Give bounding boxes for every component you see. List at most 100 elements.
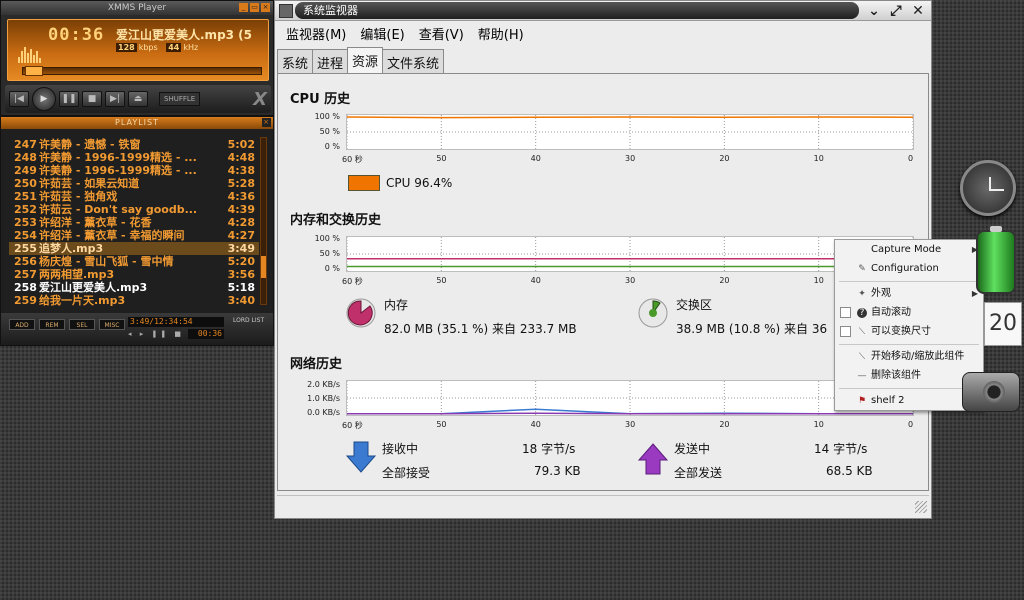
playlist-row-duration: 4:48 [227, 151, 255, 164]
network-graph [346, 380, 914, 416]
xmms-minimize-icon[interactable]: _ [239, 3, 248, 12]
calendar-widget-icon[interactable]: 20 [984, 302, 1022, 346]
menu-item-label: Capture Mode [871, 244, 942, 255]
playlist-row[interactable]: 251 许茹芸 - 独角戏 4:36 [9, 190, 259, 203]
playlist-row[interactable]: 257 两两相望.mp3 3:56 [9, 268, 259, 281]
camera-widget-icon[interactable] [962, 372, 1020, 412]
playlist-row[interactable]: 250 许茹芸 - 如果云知道 5:28 [9, 177, 259, 190]
graph-canvas [347, 237, 913, 271]
playlist-row[interactable]: 252 许茹云 - Don't say goodb... 4:39 [9, 203, 259, 216]
play-button[interactable]: ▶ [32, 87, 56, 111]
tab-filesystems[interactable]: 文件系统 [382, 49, 445, 73]
playlist-row[interactable]: 255 追梦人.mp3 3:49 [9, 242, 259, 255]
playlist-row[interactable]: 259 给我一片天.mp3 3:40 [9, 294, 259, 307]
playlist-row[interactable]: 249 许美静 - 1996-1999精选 - ... 4:38 [9, 164, 259, 177]
series-point [534, 408, 537, 410]
upload-arrow-icon[interactable] [638, 442, 668, 476]
shelf-icon: ⚑ [857, 396, 867, 406]
playlist-row[interactable]: 256 杨庆煌 - 雪山飞狐 - 雪中情 5:20 [9, 255, 259, 268]
playlist-add-button[interactable]: ADD [9, 319, 35, 330]
x-tick-label: 30 [625, 420, 636, 429]
playlist-select-button[interactable]: SEL [69, 319, 95, 330]
menu-help[interactable]: 帮助(H) [471, 21, 531, 46]
xmms-seek-slider[interactable] [22, 66, 262, 76]
graph-canvas [347, 115, 913, 149]
xmms-visualizer[interactable] [18, 45, 44, 63]
cpu-color-swatch[interactable] [348, 175, 380, 191]
resizable-checkbox[interactable] [840, 326, 851, 337]
xmms-seek-knob[interactable] [25, 66, 43, 76]
playlist-row[interactable]: 248 许美静 - 1996-1999精选 - ... 4:48 [9, 151, 259, 164]
playlist-row-title: 许茹云 - Don't say goodb... [39, 203, 198, 216]
sent-total-label: 全部发送 [674, 466, 723, 480]
resize-icon: ⟍ [858, 327, 866, 337]
playlist-row-title: 许美静 - 遗憾 - 铁窗 [39, 138, 141, 151]
window-title[interactable]: 系统监视器 [295, 2, 859, 19]
playlist-row-title: 给我一片天.mp3 [39, 294, 126, 307]
playlist-row[interactable]: 254 许绍洋 - 薰衣草 - 幸福的瞬间 4:27 [9, 229, 259, 242]
close-icon[interactable]: ✕ [909, 2, 927, 20]
playlist-row[interactable]: 258 爱江山更爱美人.mp3 5:18 [9, 281, 259, 294]
battery-widget-icon[interactable] [976, 226, 1016, 294]
x-tick-label: 60 秒 [342, 155, 363, 164]
eject-button[interactable]: ⏏ [128, 91, 148, 107]
playlist-titlebar[interactable]: PLAYLIST × [1, 117, 273, 129]
playlist-row[interactable]: 247 许美静 - 遗憾 - 铁窗 5:02 [9, 138, 259, 151]
series-point [440, 116, 443, 119]
move-icon: ⟍ [858, 352, 866, 362]
series-point [723, 258, 726, 260]
playlist-row[interactable]: 253 许绍洋 - 薰衣草 - 花香 4:28 [9, 216, 259, 229]
playlist-row-duration: 4:28 [227, 216, 255, 229]
playlist-row-number: 256 [14, 255, 37, 268]
x-tick-label: 20 [719, 276, 730, 285]
menu-view[interactable]: 查看(V) [412, 21, 471, 46]
maximize-icon[interactable]: ⤢ [887, 2, 905, 20]
playlist-list-button[interactable]: LORD LIST [233, 317, 264, 324]
playlist-misc-button[interactable]: MISC [99, 319, 125, 330]
playlist-row-duration: 4:36 [227, 190, 255, 203]
chevron-down-icon[interactable]: ⌄ [865, 2, 883, 20]
xmms-close-icon[interactable]: × [261, 3, 270, 12]
playlist-row-number: 250 [14, 177, 37, 190]
clock-widget-icon[interactable] [960, 160, 1016, 216]
previous-button[interactable]: |◀ [9, 91, 29, 107]
series-point [534, 258, 537, 260]
cpu-y-tick: 0 % [324, 142, 340, 151]
stop-button[interactable]: ■ [82, 91, 102, 107]
playlist-row-duration: 3:56 [227, 268, 255, 281]
tab-system[interactable]: 系统 [277, 49, 314, 73]
shuffle-button[interactable]: SHUFFLE [159, 92, 201, 106]
xmms-titlebar[interactable]: XMMS Player _ ▭ × [1, 1, 273, 15]
menu-monitor[interactable]: 监视器(M) [279, 21, 353, 46]
menu-item-label: 删除该组件 [871, 370, 921, 381]
sending-rate: 14 字节/s [814, 442, 868, 456]
resize-grip[interactable] [915, 501, 927, 513]
playlist-close-icon[interactable]: × [262, 118, 271, 127]
x-tick-label: 0 [908, 420, 914, 429]
xmms-song-title: 爱江山更爱美人.mp3 (5 [116, 28, 253, 41]
next-button[interactable]: ▶| [105, 91, 125, 107]
xmms-time-display[interactable]: 00:36 [48, 25, 104, 45]
memory-pie-icon[interactable] [346, 298, 376, 328]
x-tick-label: 40 [530, 154, 541, 163]
playlist-remove-button[interactable]: REM [39, 319, 65, 330]
tab-resources[interactable]: 资源 [347, 47, 384, 73]
menu-item-label: 外观 [871, 288, 891, 299]
menu-item-label: shelf 2 [871, 395, 905, 406]
series-point [723, 412, 726, 415]
tab-processes[interactable]: 进程 [312, 49, 349, 73]
swap-pie-icon[interactable] [638, 298, 668, 328]
menu-edit[interactable]: 编辑(E) [353, 21, 411, 46]
pause-button[interactable]: ❚❚ [59, 91, 79, 107]
playlist-scroll-thumb[interactable] [261, 256, 266, 278]
download-arrow-icon[interactable] [346, 440, 376, 474]
x-tick-label: 50 [436, 276, 447, 285]
playlist-scrollbar[interactable] [260, 137, 267, 305]
window-titlebar[interactable]: 系统监视器 ⌄ ⤢ ✕ [275, 1, 931, 21]
playlist-row-number: 249 [14, 164, 37, 177]
xmms-shade-icon[interactable]: ▭ [250, 3, 259, 12]
playlist-small-time: 00:36 [188, 329, 224, 339]
autoscroll-checkbox[interactable] [840, 307, 851, 318]
statusbar [277, 495, 929, 515]
playlist-row-number: 251 [14, 190, 37, 203]
